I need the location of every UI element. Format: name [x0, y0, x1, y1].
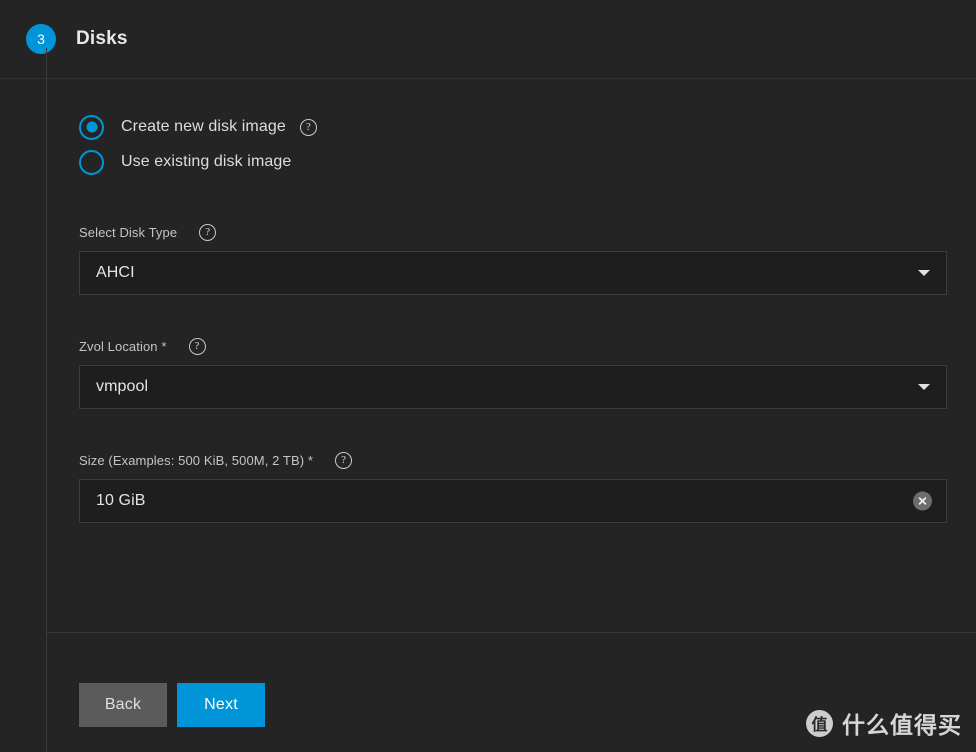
field-zvol-location: Zvol Location * ? vmpool [79, 337, 976, 409]
radio-option-create-new-disk-image[interactable]: Create new disk image ? [79, 110, 976, 144]
select-disk-type[interactable]: AHCI [79, 251, 947, 295]
help-circle-icon-disk-type[interactable]: ? [199, 223, 217, 241]
radio-label-use-existing-disk-image: Use existing disk image [121, 153, 292, 170]
radio-create-new-disk-image[interactable] [79, 114, 104, 140]
field-size: Size (Examples: 500 KiB, 500M, 2 TB) * ?… [79, 451, 976, 523]
wizard-actions: Back Next [79, 683, 265, 727]
chevron-down-icon-disk-type [918, 270, 930, 276]
radio-label-create-new-disk-image: Create new disk image [121, 118, 286, 135]
actions-divider [47, 632, 976, 633]
field-label-disk-type: Select Disk Type [79, 224, 178, 240]
step-header: 3 Disks [0, 0, 976, 78]
help-circle-icon-create-new-disk-image[interactable]: ? [299, 118, 317, 136]
field-label-row-zvol-location: Zvol Location * ? [79, 337, 976, 355]
back-button[interactable]: Back [79, 683, 167, 727]
help-circle-icon-zvol-location[interactable]: ? [188, 337, 206, 355]
field-label-row-size: Size (Examples: 500 KiB, 500M, 2 TB) * ? [79, 451, 976, 469]
step-number-badge: 3 [26, 24, 56, 54]
radio-option-use-existing-disk-image[interactable]: Use existing disk image [79, 145, 976, 179]
next-button[interactable]: Next [177, 683, 265, 727]
disks-form: Create new disk image ? Use existing dis… [47, 79, 976, 632]
chevron-down-icon-zvol-location [918, 384, 930, 390]
select-zvol-location[interactable]: vmpool [79, 365, 947, 409]
disk-source-radio-group: Create new disk image ? Use existing dis… [79, 110, 976, 179]
field-label-zvol-location: Zvol Location * [79, 338, 167, 354]
select-zvol-location-value: vmpool [96, 378, 149, 395]
field-label-size: Size (Examples: 500 KiB, 500M, 2 TB) * [79, 452, 314, 468]
disks-wizard-step: 3 Disks Create new disk image ? Use exis… [0, 0, 976, 752]
page-title: Disks [76, 28, 128, 49]
size-input-wrapper[interactable]: 10 GiB [79, 479, 947, 523]
field-label-row-disk-type: Select Disk Type ? [79, 223, 976, 241]
radio-use-existing-disk-image[interactable] [79, 149, 104, 175]
watermark-text: 什么值得买 [842, 713, 962, 739]
size-input[interactable]: 10 GiB [96, 492, 146, 510]
clear-circle-icon-size[interactable] [913, 491, 932, 511]
smzdm-logo-icon: 值 [806, 709, 833, 737]
watermark: 值 什么值得买 [806, 706, 962, 740]
select-disk-type-value: AHCI [96, 264, 135, 281]
field-disk-type: Select Disk Type ? AHCI [79, 223, 976, 295]
help-circle-icon-size[interactable]: ? [335, 451, 353, 469]
